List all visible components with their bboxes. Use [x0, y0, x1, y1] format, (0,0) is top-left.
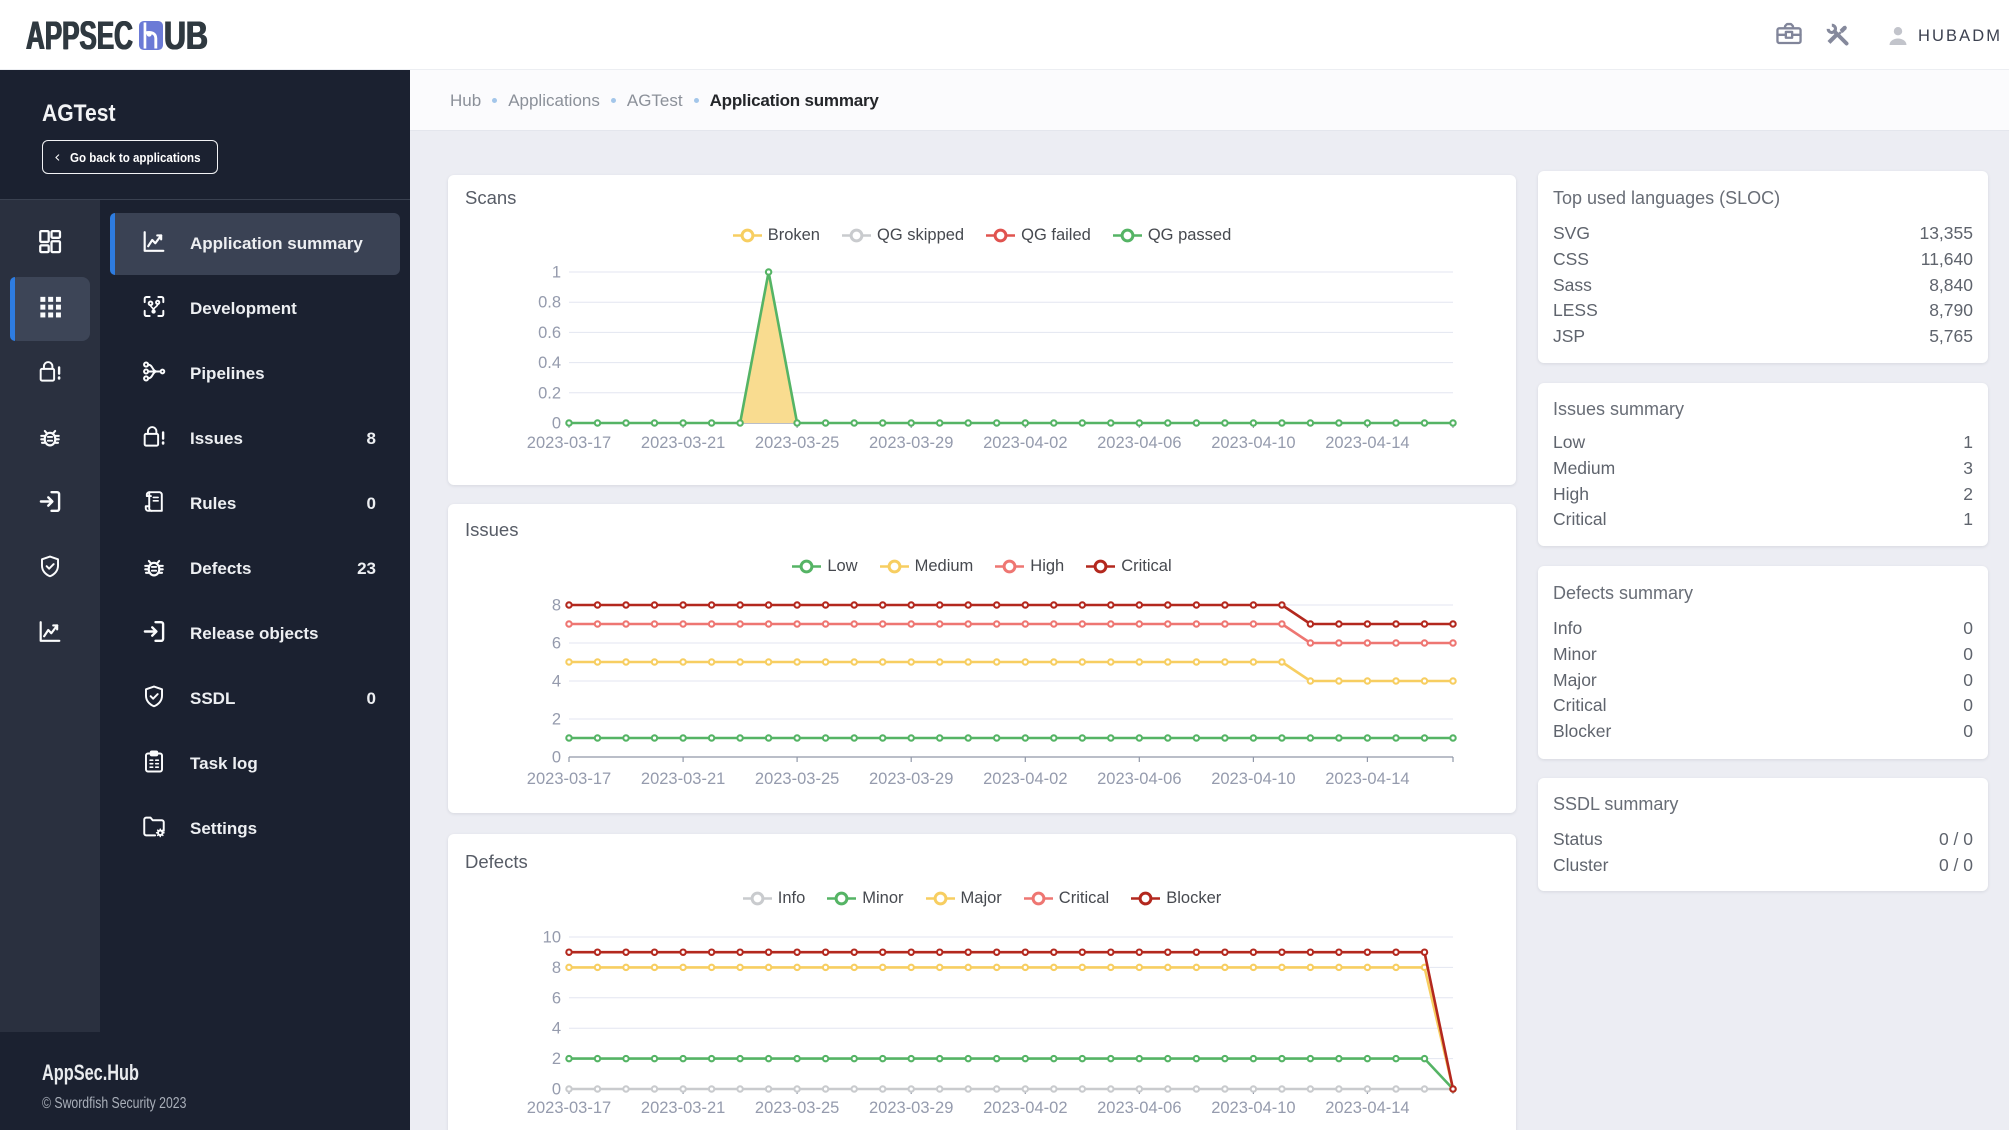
svg-text:8: 8 — [552, 959, 561, 977]
svg-text:0: 0 — [552, 415, 561, 433]
svg-text:0: 0 — [552, 1081, 561, 1099]
svg-text:0.8: 0.8 — [538, 294, 561, 312]
svg-text:2023-04-06: 2023-04-06 — [1097, 770, 1181, 788]
svg-text:2023-04-14: 2023-04-14 — [1325, 434, 1409, 452]
svg-text:2023-04-10: 2023-04-10 — [1211, 434, 1295, 452]
svg-text:2023-04-02: 2023-04-02 — [983, 770, 1067, 788]
svg-text:2023-04-14: 2023-04-14 — [1325, 770, 1409, 788]
svg-text:2023-04-02: 2023-04-02 — [983, 1099, 1067, 1117]
svg-text:2023-04-06: 2023-04-06 — [1097, 434, 1181, 452]
svg-text:0: 0 — [552, 749, 561, 767]
svg-text:2: 2 — [552, 1050, 561, 1068]
svg-text:0.2: 0.2 — [538, 384, 561, 402]
svg-text:2023-03-25: 2023-03-25 — [755, 434, 839, 452]
svg-text:2023-03-25: 2023-03-25 — [755, 770, 839, 788]
svg-text:2023-03-17: 2023-03-17 — [527, 770, 611, 788]
svg-text:2023-04-06: 2023-04-06 — [1097, 1099, 1181, 1117]
svg-text:2023-03-29: 2023-03-29 — [869, 770, 953, 788]
svg-text:6: 6 — [552, 635, 561, 653]
svg-text:2023-03-21: 2023-03-21 — [641, 1099, 725, 1117]
svg-text:2023-03-21: 2023-03-21 — [641, 770, 725, 788]
svg-text:2023-03-25: 2023-03-25 — [755, 1099, 839, 1117]
svg-text:8: 8 — [552, 597, 561, 615]
svg-text:2023-04-10: 2023-04-10 — [1211, 1099, 1295, 1117]
svg-text:2023-04-10: 2023-04-10 — [1211, 770, 1295, 788]
svg-text:6: 6 — [552, 989, 561, 1007]
svg-text:2023-03-29: 2023-03-29 — [869, 434, 953, 452]
svg-text:0.4: 0.4 — [538, 354, 561, 372]
svg-text:2023-03-29: 2023-03-29 — [869, 1099, 953, 1117]
svg-text:2023-03-17: 2023-03-17 — [527, 434, 611, 452]
svg-text:2023-03-17: 2023-03-17 — [527, 1099, 611, 1117]
svg-text:2023-03-21: 2023-03-21 — [641, 434, 725, 452]
svg-text:4: 4 — [552, 1020, 561, 1038]
svg-text:2023-04-14: 2023-04-14 — [1325, 1099, 1409, 1117]
svg-text:10: 10 — [543, 929, 561, 947]
svg-text:2: 2 — [552, 711, 561, 729]
svg-text:0.6: 0.6 — [538, 324, 561, 342]
svg-text:4: 4 — [552, 673, 561, 691]
svg-text:1: 1 — [552, 264, 561, 282]
svg-text:2023-04-02: 2023-04-02 — [983, 434, 1067, 452]
